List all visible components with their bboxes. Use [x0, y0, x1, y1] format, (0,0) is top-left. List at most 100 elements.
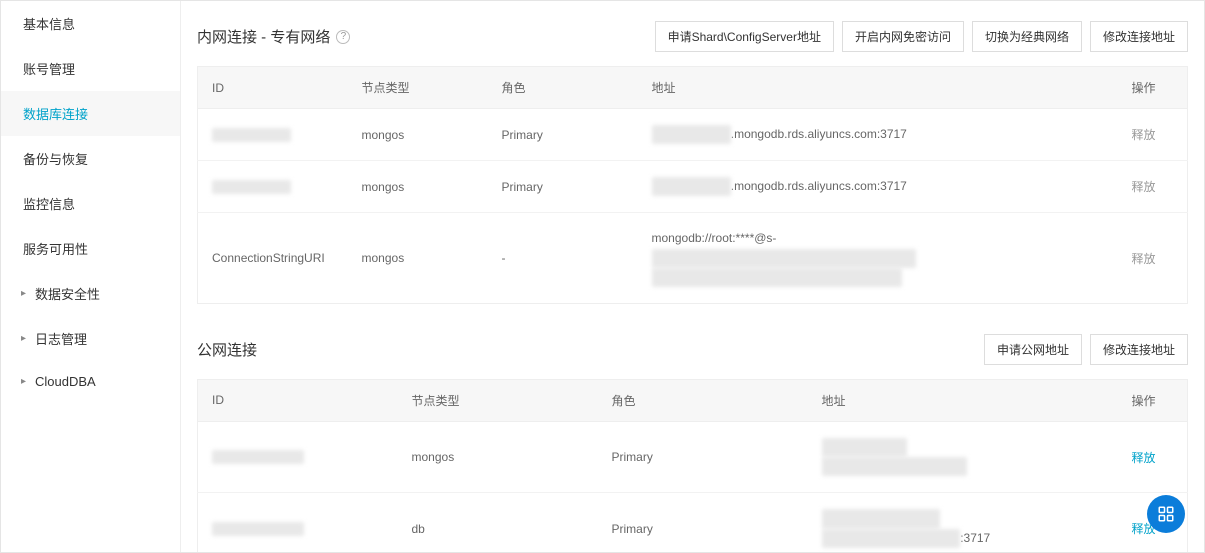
col-address: 地址 — [808, 379, 1118, 421]
cell-address: mongodb://root:****@s- ▮▮▮▮▮▮▮▮▮▮▮▮▮▮▮▮▮… — [638, 213, 1118, 304]
table-row: ▮▮▮▮▮▮▮▮▮▮▮▮ mongos Primary ▮▮▮▮▮▮▮▮▮▮▮▮… — [198, 109, 1188, 161]
blurred-text: ▮▮▮▮▮▮▮▮▮▮▮▮▮▮▮▮▮▮▮▮▮▮▮▮▮▮▮▮▮▮▮▮▮▮▮▮▮▮▮▮ — [652, 249, 916, 268]
cell-address: ▮▮▮▮▮▮▮▮▮▮▮▮.mongodb.rds.aliyuncs.com:37… — [638, 109, 1118, 161]
private-section-header: 内网连接 - 专有网络 ? 申请Shard\ConfigServer地址 开启内… — [197, 21, 1188, 52]
blurred-text: ▮▮▮▮▮▮▮▮▮▮▮▮ — [652, 125, 731, 144]
cell-address: ▮▮▮▮▮▮▮▮▮▮▮▮.mongodb.rds.aliyuncs.com:37… — [638, 161, 1118, 213]
sidebar-item-account[interactable]: 账号管理 — [1, 46, 180, 91]
col-role: 角色 — [488, 67, 638, 109]
cell-role: Primary — [488, 109, 638, 161]
sidebar-item-label: 数据库连接 — [23, 104, 88, 123]
cell-node-type: db — [398, 493, 598, 552]
cell-role: Primary — [598, 493, 808, 552]
release-link[interactable]: 释放 — [1132, 128, 1156, 142]
sidebar-item-label: CloudDBA — [35, 374, 96, 389]
sidebar-item-backup[interactable]: 备份与恢复 — [1, 136, 180, 181]
cell-address: ▮▮▮▮▮▮▮▮▮▮▮▮▮ ▮▮▮▮▮▮▮▮▮▮▮▮▮▮▮▮▮▮▮▮▮▮ — [808, 421, 1118, 492]
modify-addr-button[interactable]: 修改连接地址 — [1090, 334, 1188, 365]
table-row: ▮▮▮▮▮▮▮▮▮▮▮▮▮▮ db Primary ▮▮▮▮▮▮▮▮▮▮▮▮▮▮… — [198, 493, 1188, 552]
public-table: ID 节点类型 角色 地址 操作 ▮▮▮▮▮▮▮▮▮▮▮▮▮▮ mongos P… — [197, 379, 1188, 552]
col-role: 角色 — [598, 379, 808, 421]
apps-fab-button[interactable] — [1147, 495, 1185, 533]
sidebar-item-clouddba[interactable]: ▸CloudDBA — [1, 361, 180, 402]
sidebar-item-label: 基本信息 — [23, 14, 75, 33]
release-link[interactable]: 释放 — [1132, 180, 1156, 194]
section-title-text: 公网连接 — [197, 339, 257, 360]
sidebar-item-label: 服务可用性 — [23, 239, 88, 258]
cell-address: ▮▮▮▮▮▮▮▮▮▮▮▮▮▮▮▮▮▮ ▮▮▮▮▮▮▮▮▮▮▮▮▮▮▮▮▮▮▮▮▮… — [808, 493, 1118, 552]
private-table: ID 节点类型 角色 地址 操作 ▮▮▮▮▮▮▮▮▮▮▮▮ mongos Pri… — [197, 66, 1188, 304]
table-row: ▮▮▮▮▮▮▮▮▮▮▮▮ mongos Primary ▮▮▮▮▮▮▮▮▮▮▮▮… — [198, 161, 1188, 213]
cell-id: ▮▮▮▮▮▮▮▮▮▮▮▮▮▮ — [198, 493, 398, 552]
table-row: ConnectionStringURI mongos - mongodb://r… — [198, 213, 1188, 304]
blurred-text: ▮▮▮▮▮▮▮▮▮▮▮▮▮▮ — [212, 522, 304, 536]
sidebar: 基本信息 账号管理 数据库连接 备份与恢复 监控信息 服务可用性 ▸数据安全性 … — [1, 1, 181, 552]
sidebar-item-monitor[interactable]: 监控信息 — [1, 181, 180, 226]
cell-id: ConnectionStringURI — [198, 213, 348, 304]
blurred-text: ▮▮▮▮▮▮▮▮▮▮▮▮ — [212, 128, 291, 142]
cell-node-type: mongos — [348, 213, 488, 304]
col-node-type: 节点类型 — [348, 67, 488, 109]
address-tail: :3717 — [960, 531, 990, 545]
sidebar-item-basic[interactable]: 基本信息 — [1, 1, 180, 46]
blurred-text: ▮▮▮▮▮▮▮▮▮▮▮▮▮▮▮▮▮▮▮▮▮ — [822, 529, 961, 548]
blurred-text: ▮▮▮▮▮▮▮▮▮▮▮▮▮ — [822, 438, 908, 457]
sidebar-item-db-connection[interactable]: 数据库连接 — [1, 91, 180, 136]
cell-role: Primary — [488, 161, 638, 213]
chevron-right-icon: ▸ — [21, 288, 33, 299]
col-node-type: 节点类型 — [398, 379, 598, 421]
sidebar-item-availability[interactable]: 服务可用性 — [1, 226, 180, 271]
col-op: 操作 — [1118, 379, 1188, 421]
cell-node-type: mongos — [398, 421, 598, 492]
help-icon[interactable]: ? — [336, 30, 350, 44]
open-pwfree-button[interactable]: 开启内网免密访问 — [842, 21, 964, 52]
address-tail: .mongodb.rds.aliyuncs.com:3717 — [731, 127, 907, 141]
col-id: ID — [198, 379, 398, 421]
cell-node-type: mongos — [348, 161, 488, 213]
cell-id: ▮▮▮▮▮▮▮▮▮▮▮▮ — [198, 161, 348, 213]
sidebar-item-label: 账号管理 — [23, 59, 75, 78]
table-row: ▮▮▮▮▮▮▮▮▮▮▮▮▮▮ mongos Primary ▮▮▮▮▮▮▮▮▮▮… — [198, 421, 1188, 492]
cell-op: 释放 — [1118, 109, 1188, 161]
blurred-text: ▮▮▮▮▮▮▮▮▮▮▮▮▮▮▮▮▮▮▮▮▮▮▮▮▮▮▮▮▮▮▮▮▮▮▮▮▮▮ — [652, 268, 903, 287]
sidebar-item-label: 监控信息 — [23, 194, 75, 213]
cell-op: 释放 — [1118, 161, 1188, 213]
public-section-title: 公网连接 — [197, 339, 257, 360]
address-visible: mongodb://root:****@s- — [652, 231, 777, 245]
release-link[interactable]: 释放 — [1132, 252, 1156, 266]
address-tail: .mongodb.rds.aliyuncs.com:3717 — [731, 179, 907, 193]
chevron-right-icon: ▸ — [21, 376, 33, 387]
col-id: ID — [198, 67, 348, 109]
cell-op: 释放 — [1118, 421, 1188, 492]
chevron-right-icon: ▸ — [21, 333, 33, 344]
private-buttons: 申请Shard\ConfigServer地址 开启内网免密访问 切换为经典网络 … — [655, 21, 1188, 52]
release-link[interactable]: 释放 — [1132, 451, 1156, 465]
cell-node-type: mongos — [348, 109, 488, 161]
col-address: 地址 — [638, 67, 1118, 109]
sidebar-item-label: 数据安全性 — [35, 284, 100, 303]
main-content: 内网连接 - 专有网络 ? 申请Shard\ConfigServer地址 开启内… — [181, 1, 1204, 552]
public-buttons: 申请公网地址 修改连接地址 — [984, 334, 1188, 365]
blurred-text: ▮▮▮▮▮▮▮▮▮▮▮▮ — [212, 180, 291, 194]
cell-role: Primary — [598, 421, 808, 492]
col-op: 操作 — [1118, 67, 1188, 109]
private-section-title: 内网连接 - 专有网络 ? — [197, 26, 350, 47]
public-section-header: 公网连接 申请公网地址 修改连接地址 — [197, 334, 1188, 365]
sidebar-item-log[interactable]: ▸日志管理 — [1, 316, 180, 361]
blurred-text: ▮▮▮▮▮▮▮▮▮▮▮▮ — [652, 177, 731, 196]
sidebar-item-security[interactable]: ▸数据安全性 — [1, 271, 180, 316]
blurred-text: ▮▮▮▮▮▮▮▮▮▮▮▮▮▮▮▮▮▮ — [822, 509, 941, 528]
cell-id: ▮▮▮▮▮▮▮▮▮▮▮▮ — [198, 109, 348, 161]
cell-role: - — [488, 213, 638, 304]
apply-public-button[interactable]: 申请公网地址 — [984, 334, 1082, 365]
sidebar-item-label: 日志管理 — [35, 329, 87, 348]
sidebar-item-label: 备份与恢复 — [23, 149, 88, 168]
apply-shard-button[interactable]: 申请Shard\ConfigServer地址 — [655, 21, 834, 52]
section-title-text: 内网连接 - 专有网络 — [197, 26, 330, 47]
cell-id: ▮▮▮▮▮▮▮▮▮▮▮▮▮▮ — [198, 421, 398, 492]
switch-classic-button[interactable]: 切换为经典网络 — [972, 21, 1082, 52]
grid-icon — [1157, 505, 1175, 523]
blurred-text: ▮▮▮▮▮▮▮▮▮▮▮▮▮▮ — [212, 450, 304, 464]
modify-addr-button[interactable]: 修改连接地址 — [1090, 21, 1188, 52]
cell-op: 释放 — [1118, 213, 1188, 304]
